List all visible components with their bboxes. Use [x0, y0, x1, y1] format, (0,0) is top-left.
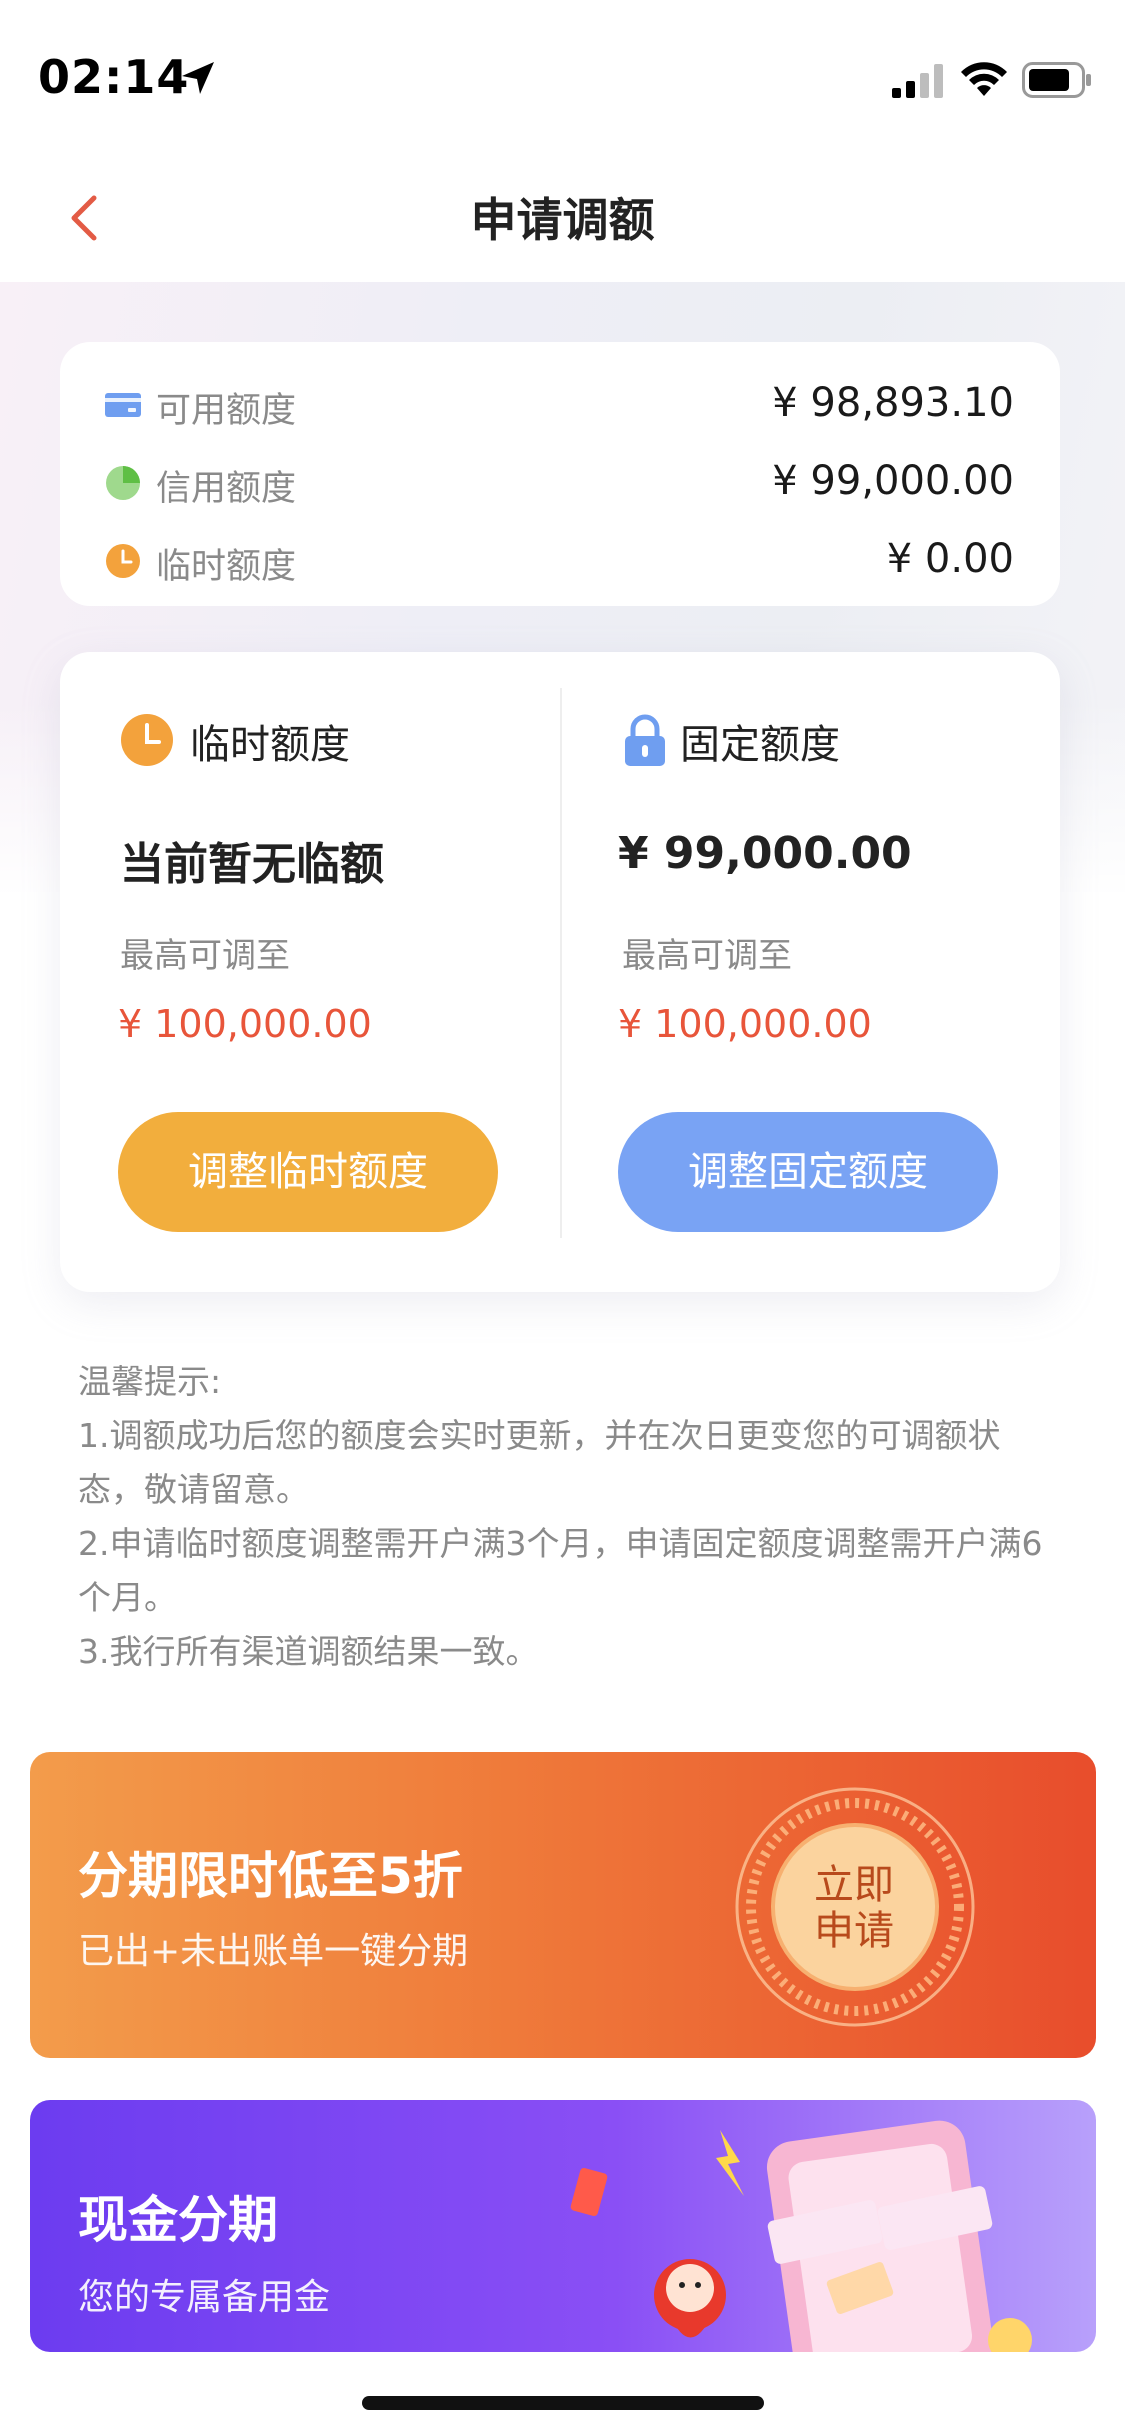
clock-icon	[121, 714, 173, 766]
cash-banner-subtitle: 您的专属备用金	[78, 2277, 331, 2318]
summary-row-temporary: 临时额度 ¥ 0.00	[60, 532, 1060, 592]
summary-label-available: 可用额度	[156, 391, 297, 431]
clock-icon	[106, 544, 140, 578]
installment-promo-banner[interactable]: 分期限时低至5折 已出+未出账单一键分期 立即 申请	[30, 1752, 1096, 2058]
adjust-temporary-limit-button[interactable]: 调整临时额度	[118, 1112, 498, 1232]
tip-item: 2.申请临时额度调整需开户满3个月，申请固定额度调整需开户满6个月。	[78, 1524, 1043, 1617]
temporary-max-label: 最高可调至	[120, 936, 290, 976]
tip-item: 3.我行所有渠道调额结果一致。	[78, 1632, 539, 1671]
temporary-limit-status: 当前暂无临额	[120, 839, 384, 890]
limit-summary-card: 可用额度 ¥ 98,893.10 信用额度 ¥ 99,000.00 临时额度 ¥…	[60, 342, 1060, 606]
apply-now-badge[interactable]: 立即 申请	[774, 1862, 934, 1954]
installment-banner-subtitle: 已出+未出账单一键分期	[78, 1931, 469, 1972]
phone-mascot-illustration	[570, 2120, 1032, 2352]
cellular-signal-icon	[892, 64, 943, 98]
home-indicator	[362, 2396, 764, 2410]
page-title: 申请调额	[470, 193, 655, 247]
status-time: 02:14	[38, 50, 190, 104]
fixed-limit-section: 固定额度 ¥ 99,000.00 最高可调至 ¥ 100,000.00 调整固定…	[560, 652, 1060, 1292]
tips-section: 温馨提示: 1.调额成功后您的额度会实时更新，并在次日更变您的可调额状态，敬请留…	[78, 1355, 1058, 1679]
cash-banner-title: 现金分期	[78, 2191, 278, 2249]
adjust-fixed-limit-button[interactable]: 调整固定额度	[618, 1112, 998, 1232]
tips-heading: 温馨提示:	[78, 1362, 222, 1401]
fixed-max-value: ¥ 100,000.00	[618, 1002, 872, 1046]
card-icon	[105, 393, 141, 417]
fixed-max-label: 最高可调至	[622, 936, 792, 976]
summary-label-credit: 信用额度	[156, 469, 297, 509]
location-arrow-icon	[182, 62, 214, 94]
cash-installment-banner[interactable]: 现金分期 您的专属备用金	[30, 2100, 1096, 2352]
temporary-limit-section: 临时额度 当前暂无临额 最高可调至 ¥ 100,000.00 调整临时额度	[60, 652, 560, 1292]
pie-icon	[106, 466, 140, 500]
summary-label-temporary: 临时额度	[156, 547, 297, 587]
adjust-limit-card: 临时额度 当前暂无临额 最高可调至 ¥ 100,000.00 调整临时额度 固定…	[60, 652, 1060, 1292]
apply-badge-line1: 立即	[814, 1862, 894, 1908]
tip-item: 1.调额成功后您的额度会实时更新，并在次日更变您的可调额状态，敬请留意。	[78, 1416, 1001, 1509]
summary-value-credit: ¥ 99,000.00	[772, 458, 1014, 504]
wifi-icon	[961, 62, 1007, 96]
temporary-max-value: ¥ 100,000.00	[118, 1002, 372, 1046]
summary-row-credit: 信用额度 ¥ 99,000.00	[60, 454, 1060, 514]
battery-icon	[1022, 62, 1091, 98]
status-bar: 02:14	[0, 0, 1125, 160]
temporary-limit-title: 临时额度	[190, 722, 350, 768]
summary-value-available: ¥ 98,893.10	[772, 380, 1014, 426]
installment-banner-title: 分期限时低至5折	[78, 1847, 463, 1905]
apply-badge-line2: 申请	[814, 1908, 894, 1954]
lock-icon	[625, 714, 665, 766]
summary-value-temporary: ¥ 0.00	[886, 536, 1014, 582]
summary-row-available: 可用额度 ¥ 98,893.10	[60, 376, 1060, 436]
fixed-limit-amount: ¥ 99,000.00	[618, 828, 912, 879]
fixed-limit-title: 固定额度	[680, 722, 840, 768]
